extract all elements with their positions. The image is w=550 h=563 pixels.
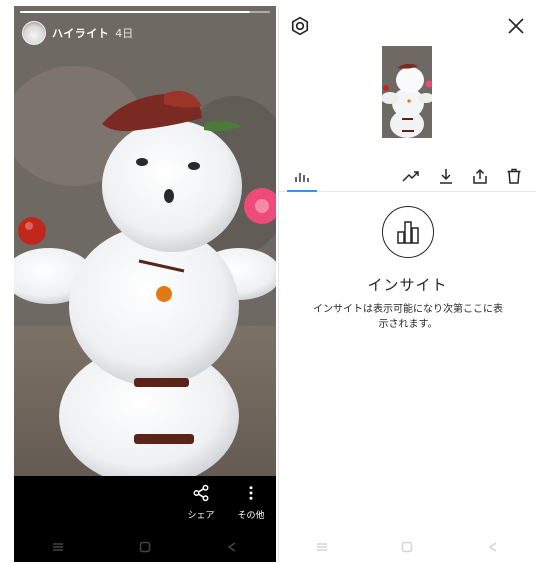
insights-panel: インサイト インサイトは表示可能になり次第ここに表示されます。 [278, 6, 536, 562]
promote-button[interactable] [401, 166, 421, 186]
share-upload-icon [473, 168, 487, 184]
close-icon[interactable] [508, 18, 524, 34]
home-button[interactable] [136, 540, 154, 554]
story-title: ハイライト [52, 27, 110, 40]
story-header[interactable]: ハイライト 4日 [22, 20, 133, 46]
trend-icon [402, 171, 419, 182]
story-viewer: ハイライト 4日 シェア その他 [14, 6, 276, 562]
home-square-icon [139, 541, 151, 553]
story-time: 4日 [115, 27, 134, 40]
back-button[interactable] [223, 540, 241, 554]
snowman-thumbnail-image [382, 46, 432, 138]
delete-button[interactable] [504, 166, 524, 186]
tab-insights[interactable] [292, 166, 312, 186]
system-nav-bar-light [279, 532, 536, 562]
home-square-icon [402, 541, 413, 553]
gear-icon[interactable] [290, 16, 310, 36]
share-icon [193, 484, 209, 502]
system-nav-bar [14, 532, 276, 562]
trash-icon [507, 168, 521, 184]
more-label: その他 [237, 511, 265, 521]
insights-heading: インサイト [367, 276, 448, 294]
more-button[interactable]: その他 [234, 484, 268, 521]
insights-placeholder-icon [382, 206, 434, 258]
insights-description: インサイトは表示可能になり次第ここに表示されます。 [313, 304, 503, 330]
avatar[interactable] [22, 21, 46, 45]
insights-bar-icon [295, 173, 309, 182]
bar-chart-icon [397, 221, 419, 244]
story-thumbnail[interactable] [382, 46, 432, 138]
story-progress-fill [20, 11, 250, 13]
back-triangle-icon [488, 542, 497, 552]
story-progress-bar [20, 11, 270, 13]
share-label: シェア [187, 511, 215, 521]
menu-icon [316, 543, 327, 551]
back-triangle-icon [227, 542, 236, 552]
download-icon [440, 169, 452, 184]
more-vertical-icon [249, 486, 253, 500]
menu-button[interactable] [313, 540, 331, 554]
download-button[interactable] [436, 166, 456, 186]
snowman-image [14, 6, 276, 476]
back-button[interactable] [484, 540, 502, 554]
insights-toolbar [279, 158, 536, 192]
story-photo[interactable] [14, 6, 276, 476]
menu-icon [52, 543, 63, 551]
active-tab-indicator [287, 190, 317, 192]
share-button[interactable]: シェア [184, 484, 218, 521]
home-button[interactable] [398, 540, 416, 554]
share-upload-button[interactable] [470, 166, 490, 186]
menu-button[interactable] [49, 540, 67, 554]
story-actions: シェア その他 [184, 484, 268, 521]
